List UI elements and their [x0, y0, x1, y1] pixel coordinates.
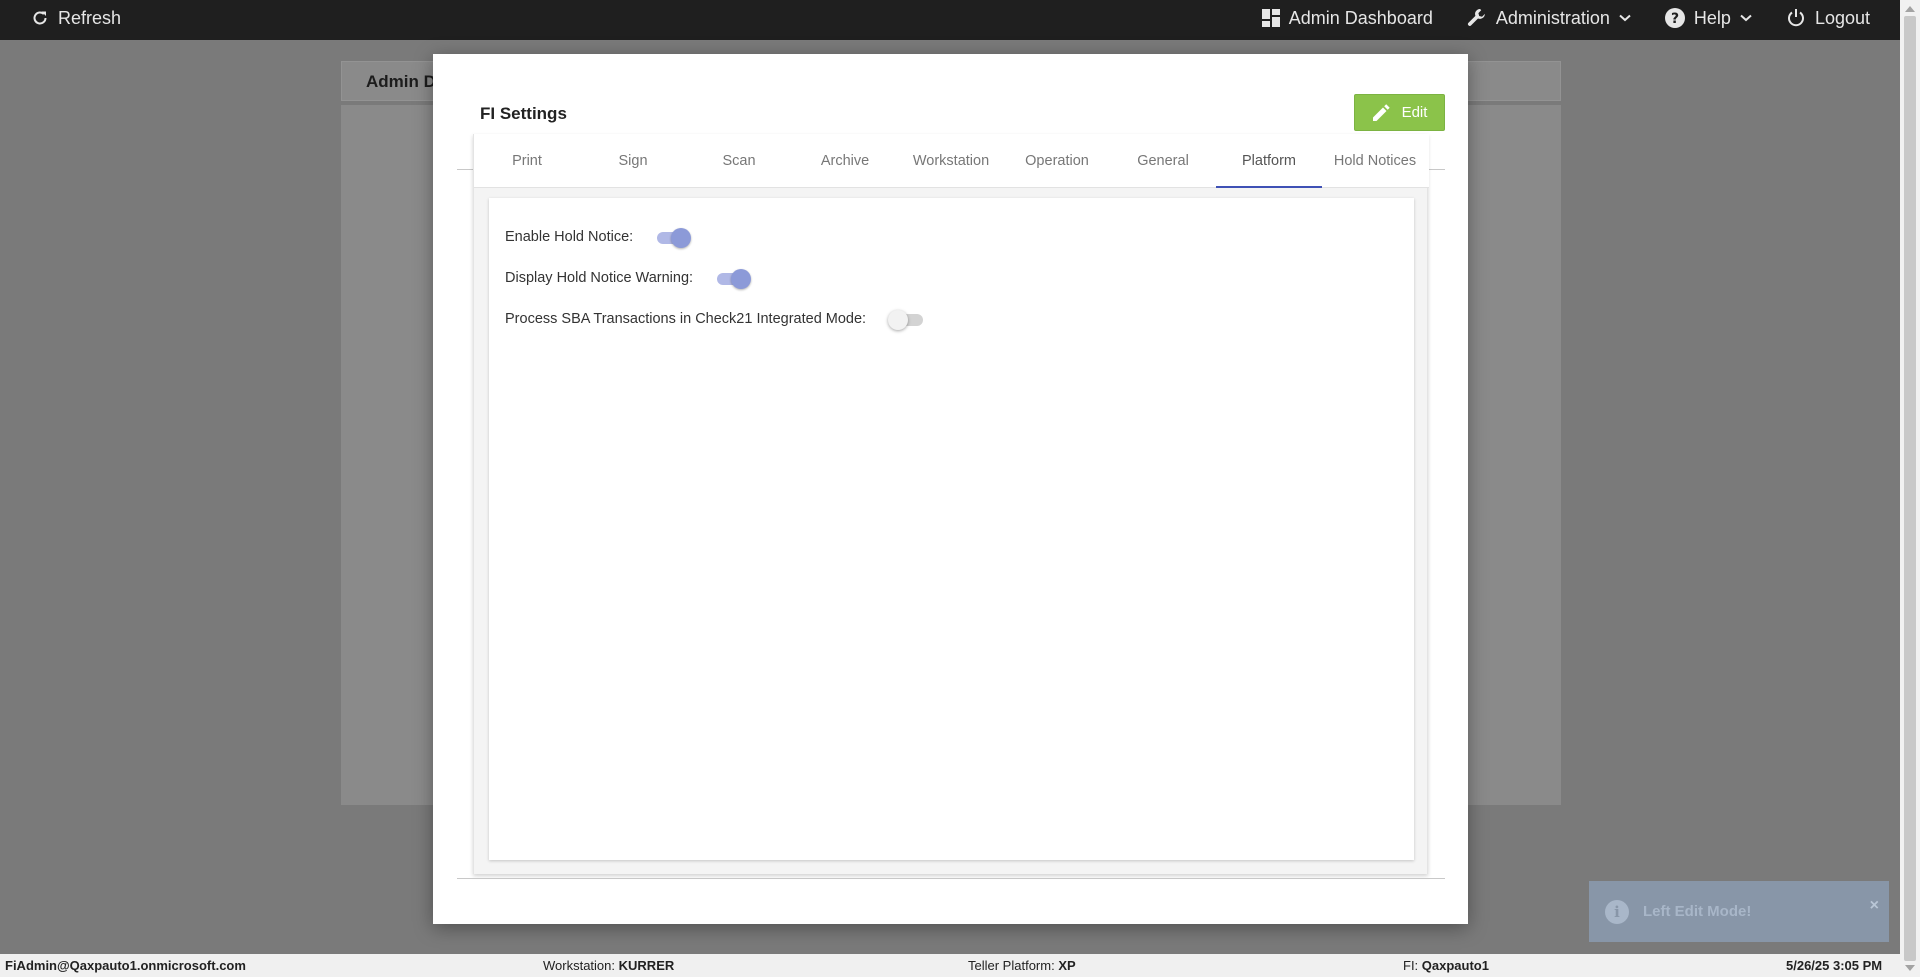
help-label: Help [1693, 7, 1731, 28]
status-bar: FiAdmin@Qaxpauto1.onmicrosoft.com Workst… [0, 954, 1900, 977]
settings-card: Print Sign Scan Archive Workstation Oper… [473, 134, 1429, 874]
setting-label: Display Hold Notice Warning: [505, 270, 694, 286]
platform-settings-pane: Enable Hold Notice: Display Hold Notice … [489, 198, 1414, 860]
status-datetime: 5/26/25 3:05 PM [1786, 958, 1883, 973]
info-icon: i [1605, 899, 1629, 924]
background-page-title: Admin D [366, 72, 436, 91]
setting-row-display-hold-notice-warning: Display Hold Notice Warning: [505, 267, 753, 289]
toast-notification: i Left Edit Mode! × [1589, 881, 1889, 942]
status-user: FiAdmin@Qaxpauto1.onmicrosoft.com [5, 958, 246, 973]
refresh-icon [33, 11, 47, 25]
modal-title: FI Settings [480, 104, 567, 123]
tab-sign[interactable]: Sign [580, 134, 686, 187]
settings-tabs: Print Sign Scan Archive Workstation Oper… [474, 134, 1429, 188]
scroll-down-arrow[interactable] [1905, 965, 1915, 971]
administration-label: Administration [1495, 7, 1610, 28]
tab-print[interactable]: Print [474, 134, 580, 187]
help-menu[interactable]: ? Help [1664, 7, 1752, 29]
scroll-up-arrow[interactable] [1905, 6, 1915, 12]
toggle-thumb [671, 228, 692, 248]
process-sba-transactions-toggle[interactable] [888, 308, 926, 330]
toggle-thumb [888, 310, 909, 330]
toast-message: Left Edit Mode! [1643, 903, 1752, 920]
logout-button[interactable]: Logout [1786, 8, 1870, 29]
logout-label: Logout [1814, 7, 1870, 28]
chevron-down-icon [1619, 14, 1631, 22]
tab-scan[interactable]: Scan [686, 134, 792, 187]
pencil-icon [1372, 103, 1390, 121]
modal-footer-divider [457, 878, 1445, 879]
status-workstation: Workstation: KURRER [543, 958, 675, 973]
setting-row-enable-hold-notice: Enable Hold Notice: [505, 226, 693, 248]
power-icon [1787, 9, 1804, 27]
toggle-thumb [731, 269, 752, 289]
setting-label: Process SBA Transactions in Check21 Inte… [505, 311, 867, 327]
tab-hold-notices[interactable]: Hold Notices [1322, 134, 1428, 187]
dashboard-icon [1261, 9, 1280, 27]
tab-platform[interactable]: Platform [1216, 134, 1322, 188]
close-icon[interactable]: × [1870, 897, 1879, 915]
admin-dashboard-label: Admin Dashboard [1288, 7, 1433, 28]
tab-archive[interactable]: Archive [792, 134, 898, 187]
fi-settings-modal: FI Settings Edit Print Sign Scan Archive… [433, 54, 1468, 924]
setting-label: Enable Hold Notice: [505, 229, 634, 245]
wrench-icon [1467, 9, 1485, 26]
tab-general[interactable]: General [1110, 134, 1216, 187]
administration-menu[interactable]: Administration [1467, 8, 1631, 29]
enable-hold-notice-toggle[interactable] [655, 226, 693, 248]
display-hold-notice-warning-toggle[interactable] [715, 267, 753, 289]
refresh-label: Refresh [58, 7, 122, 28]
chevron-down-icon [1740, 14, 1752, 22]
edit-button[interactable]: Edit [1354, 94, 1445, 131]
svg-text:?: ? [1671, 11, 1679, 27]
refresh-button[interactable]: Refresh [32, 0, 121, 36]
tab-operation[interactable]: Operation [1004, 134, 1110, 187]
admin-dashboard-link[interactable]: Admin Dashboard [1261, 7, 1433, 29]
scroll-thumb[interactable] [1904, 16, 1916, 961]
vertical-scrollbar[interactable] [1900, 0, 1920, 977]
top-nav-bar: Refresh Admin Dashboard Administration ?… [0, 0, 1900, 40]
tab-workstation[interactable]: Workstation [898, 134, 1004, 187]
status-teller-platform: Teller Platform: XP [968, 958, 1076, 973]
help-icon: ? [1664, 8, 1685, 28]
edit-label: Edit [1401, 104, 1428, 121]
setting-row-process-sba-transactions: Process SBA Transactions in Check21 Inte… [505, 308, 926, 330]
status-fi: FI: Qaxpauto1 [1403, 958, 1489, 973]
